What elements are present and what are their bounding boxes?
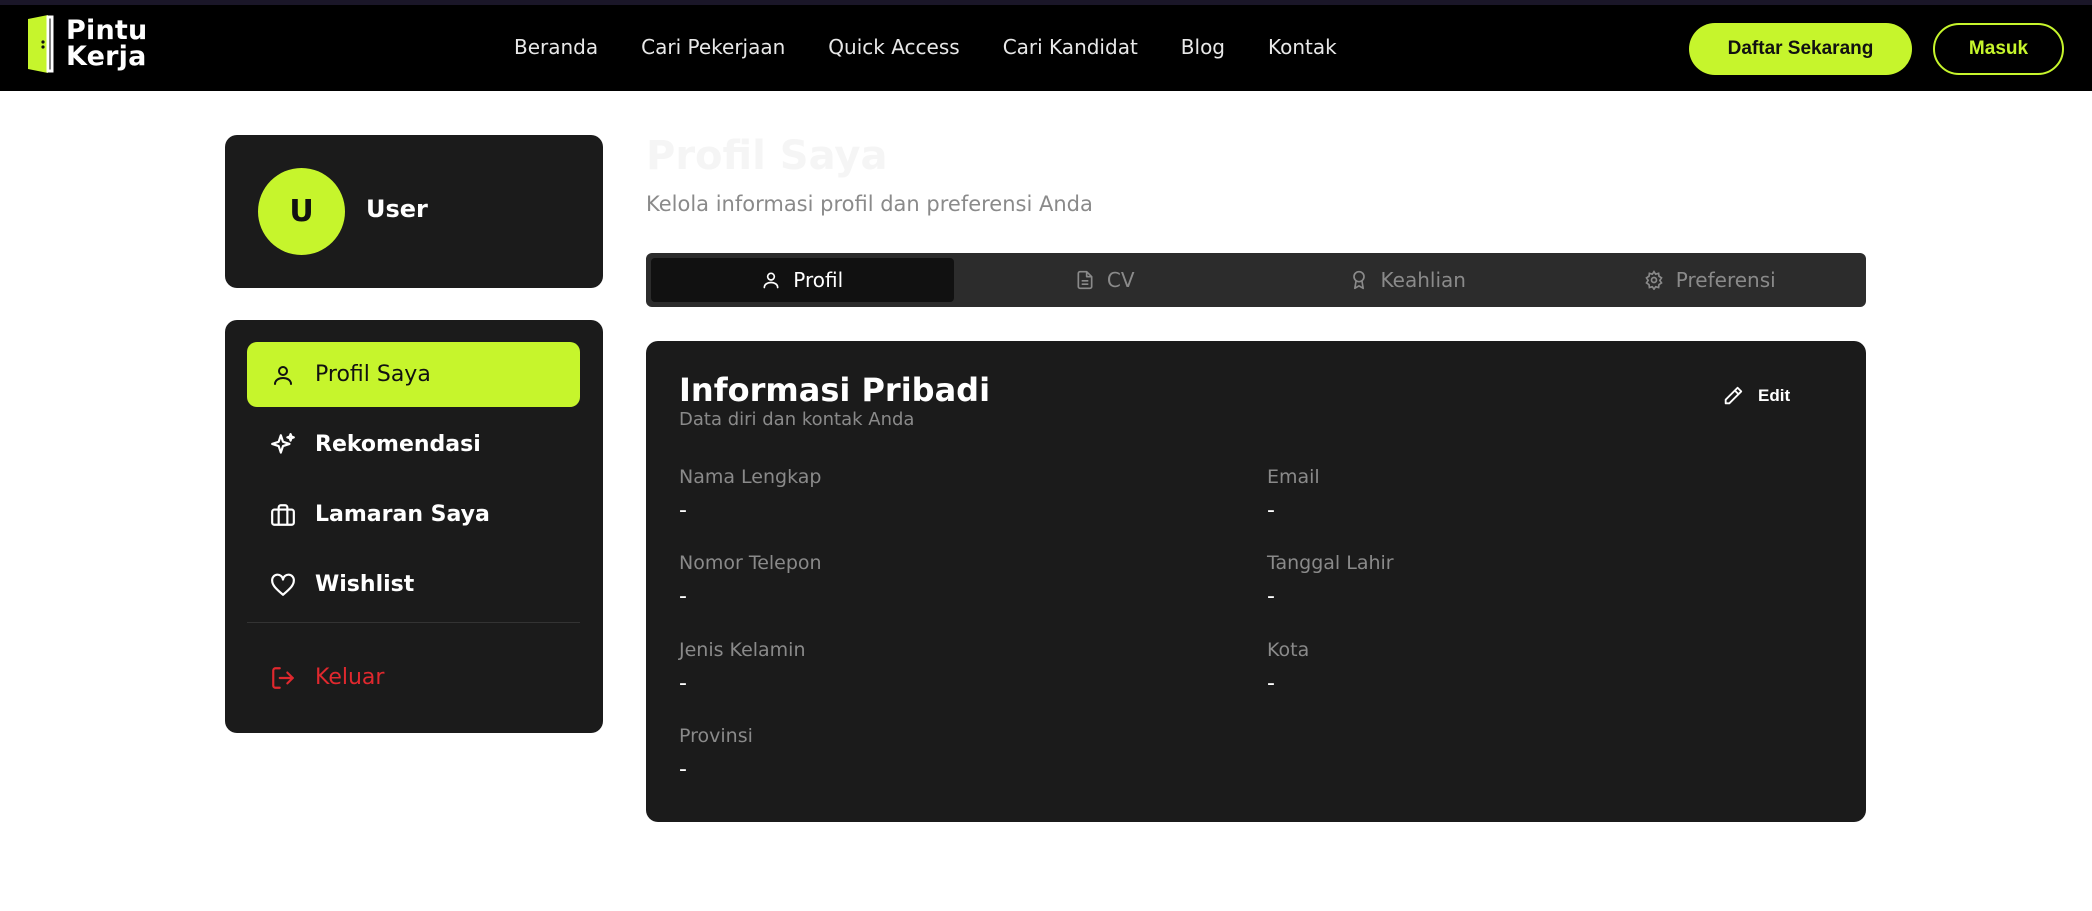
sidebar-item-label: Wishlist xyxy=(315,572,415,597)
tab-profil[interactable]: Profil xyxy=(651,258,954,302)
tab-preferensi[interactable]: Preferensi xyxy=(1559,258,1862,302)
field-value: - xyxy=(679,498,687,523)
nav-link-beranda[interactable]: Beranda xyxy=(514,35,598,59)
sidebar-item-label: Profil Saya xyxy=(315,362,431,387)
tab-keahlian[interactable]: Keahlian xyxy=(1256,258,1559,302)
tab-label: CV xyxy=(1106,268,1135,292)
nav-link-quick-access[interactable]: Quick Access xyxy=(828,35,959,59)
field-kota: Kota - xyxy=(1267,639,1767,696)
login-button[interactable]: Masuk xyxy=(1933,23,2064,75)
brand-name: Pintu Kerja xyxy=(66,17,147,72)
field-label: Nomor Telepon xyxy=(679,552,822,574)
sidebar-item-wishlist[interactable]: Wishlist xyxy=(247,552,580,617)
field-label: Tanggal Lahir xyxy=(1267,552,1394,574)
field-email: Email - xyxy=(1267,466,1767,523)
field-label: Email xyxy=(1267,466,1320,488)
nav-link-cari-kandidat[interactable]: Cari Kandidat xyxy=(1003,35,1138,59)
sparkles-icon xyxy=(269,431,297,459)
field-value: - xyxy=(1267,671,1275,696)
field-value: - xyxy=(679,671,687,696)
file-icon xyxy=(1077,270,1093,290)
sidebar-item-rekomendasi[interactable]: Rekomendasi xyxy=(247,412,580,477)
brand-name-line2: Kerja xyxy=(66,41,147,72)
edit-label: Edit xyxy=(1758,386,1791,405)
field-nama-lengkap: Nama Lengkap - xyxy=(679,466,1179,523)
field-nomor-telepon: Nomor Telepon - xyxy=(679,552,1179,609)
logout-label: Keluar xyxy=(315,665,385,690)
field-value: - xyxy=(679,757,687,782)
page-title: Profil Saya xyxy=(646,133,888,179)
field-tanggal-lahir: Tanggal Lahir - xyxy=(1267,552,1767,609)
brand-logo[interactable]: Pintu Kerja xyxy=(26,15,147,73)
gear-icon xyxy=(1645,270,1663,290)
sidebar-item-lamaran-saya[interactable]: Lamaran Saya xyxy=(247,482,580,547)
sidebar-item-label: Lamaran Saya xyxy=(315,502,490,527)
sidebar-item-label: Rekomendasi xyxy=(315,432,481,457)
user-icon xyxy=(269,361,297,389)
user-card: U User xyxy=(225,135,603,288)
tab-label: Preferensi xyxy=(1675,268,1776,292)
award-icon xyxy=(1352,270,1365,290)
user-name: User xyxy=(366,195,428,223)
door-logo-icon xyxy=(26,15,60,73)
main-nav: Beranda Cari Pekerjaan Quick Access Cari… xyxy=(514,35,1337,59)
user-icon xyxy=(763,272,779,289)
logout-icon xyxy=(269,664,297,692)
field-jenis-kelamin: Jenis Kelamin - xyxy=(679,639,1179,696)
tab-label: Keahlian xyxy=(1380,268,1466,292)
field-label: Nama Lengkap xyxy=(679,466,822,488)
field-label: Jenis Kelamin xyxy=(679,639,806,661)
page-subtitle: Kelola informasi profil dan preferensi A… xyxy=(646,192,1093,216)
heart-icon xyxy=(269,571,297,599)
section-subtitle: Data diri dan kontak Anda xyxy=(679,409,915,430)
signup-button[interactable]: Daftar Sekarang xyxy=(1689,23,1912,75)
field-value: - xyxy=(1267,498,1275,523)
section-title: Informasi Pribadi xyxy=(679,371,991,409)
field-label: Kota xyxy=(1267,639,1310,661)
field-label: Provinsi xyxy=(679,725,753,747)
field-provinsi: Provinsi - xyxy=(679,725,1179,782)
logout-button[interactable]: Keluar xyxy=(247,645,580,710)
briefcase-icon xyxy=(269,501,297,529)
nav-link-cari-pekerjaan[interactable]: Cari Pekerjaan xyxy=(641,35,785,59)
profile-tabs: Profil CV Keahlian Preferensi xyxy=(646,253,1866,307)
nav-link-blog[interactable]: Blog xyxy=(1181,35,1225,59)
avatar: U xyxy=(258,168,345,255)
navbar: Pintu Kerja Beranda Cari Pekerjaan Quick… xyxy=(0,0,2092,91)
tab-label: Profil xyxy=(793,268,844,292)
nav-link-kontak[interactable]: Kontak xyxy=(1268,35,1337,59)
tab-cv[interactable]: CV xyxy=(954,258,1257,302)
pencil-icon xyxy=(1724,386,1743,405)
sidebar-item-profil-saya[interactable]: Profil Saya xyxy=(247,342,580,407)
personal-info-card: Informasi Pribadi Data diri dan kontak A… xyxy=(646,341,1866,822)
field-value: - xyxy=(679,584,687,609)
sidebar-menu: Profil Saya Rekomendasi Lamaran Saya Wis… xyxy=(225,320,603,733)
field-value: - xyxy=(1267,584,1275,609)
edit-button[interactable]: Edit xyxy=(1722,385,1790,407)
menu-divider xyxy=(247,622,580,623)
